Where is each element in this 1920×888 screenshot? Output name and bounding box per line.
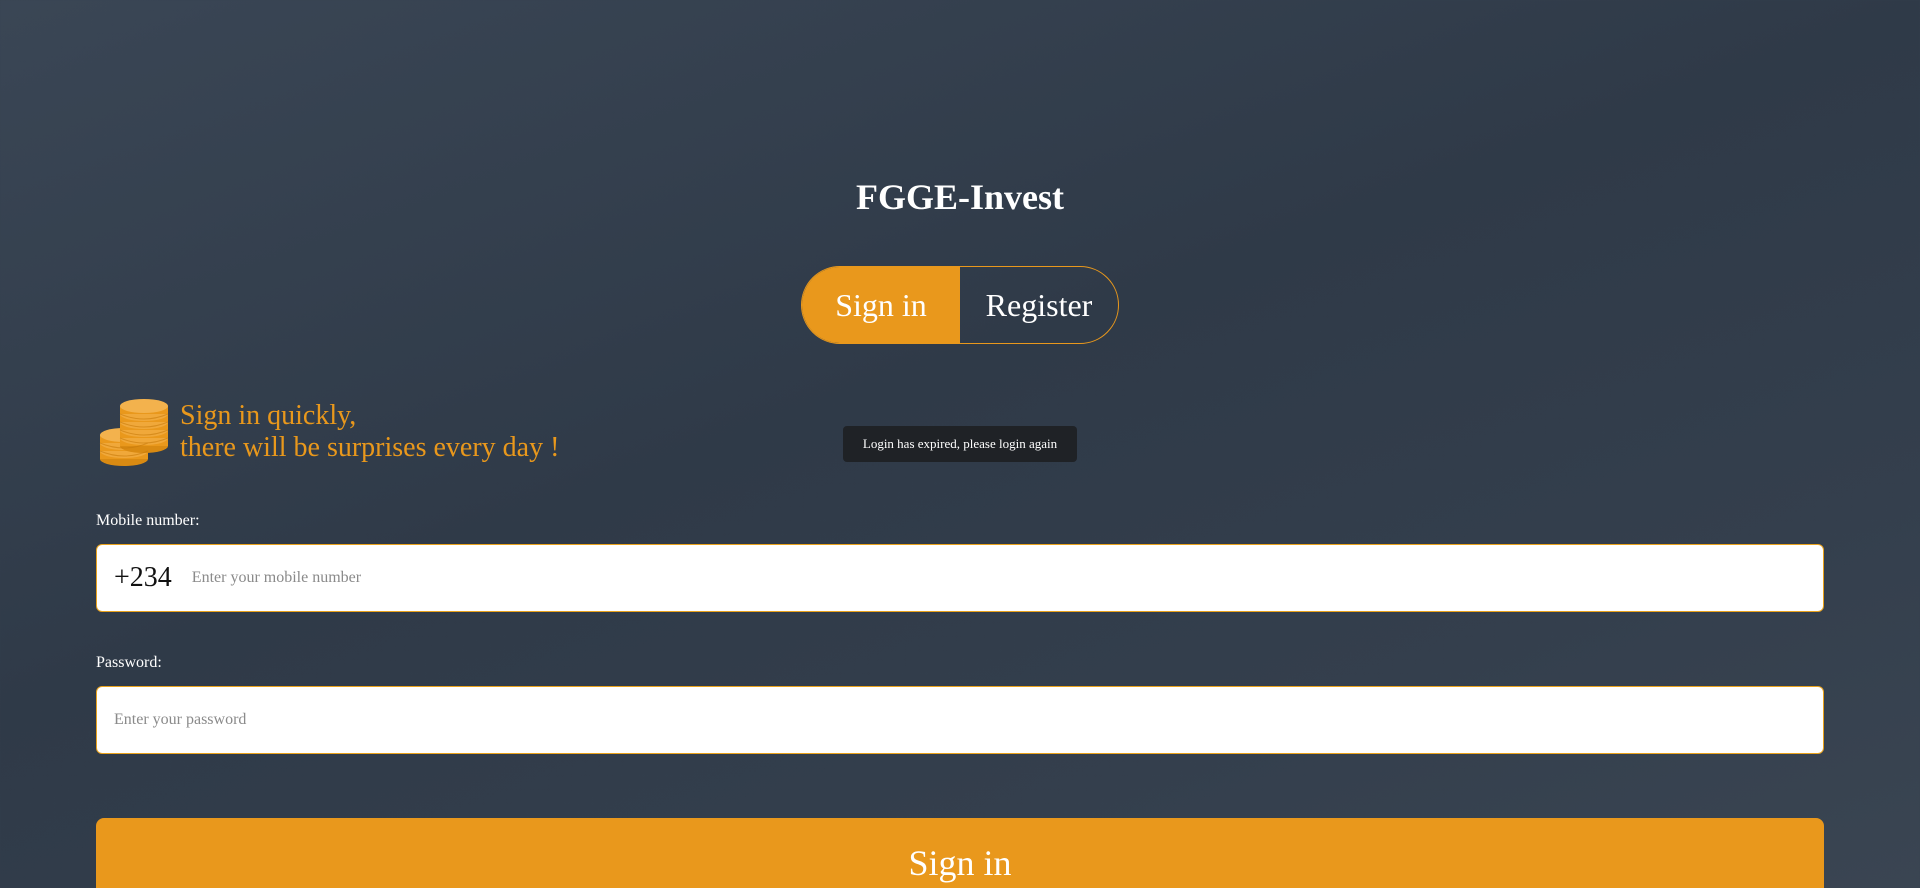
tab-sign-in[interactable]: Sign in [802,267,960,343]
mobile-number-input[interactable] [191,545,1823,611]
mobile-number-field: +234 [96,544,1824,612]
promo-line-2: there will be surprises every day ! [180,432,560,463]
promo-banner: Sign in quickly, there will be surprises… [98,396,559,468]
session-expired-toast: Login has expired, please login again [843,426,1077,462]
password-input[interactable] [114,687,1823,753]
promo-text: Sign in quickly, there will be surprises… [180,400,559,464]
sign-in-button[interactable]: Sign in [96,818,1824,888]
coins-icon [99,399,169,466]
login-page: { "app": { "title": "FGGE-Invest" }, "ta… [0,0,1920,888]
promo-line-1: Sign in quickly, [180,400,357,431]
app-title: FGGE-Invest [855,177,1064,217]
mobile-number-label: Mobile number: [96,512,200,529]
auth-tab-switch: Sign in Register [801,266,1119,344]
tab-register[interactable]: Register [960,267,1118,343]
password-field [96,686,1824,754]
country-code: +234 [114,562,172,593]
password-label: Password: [96,654,162,671]
